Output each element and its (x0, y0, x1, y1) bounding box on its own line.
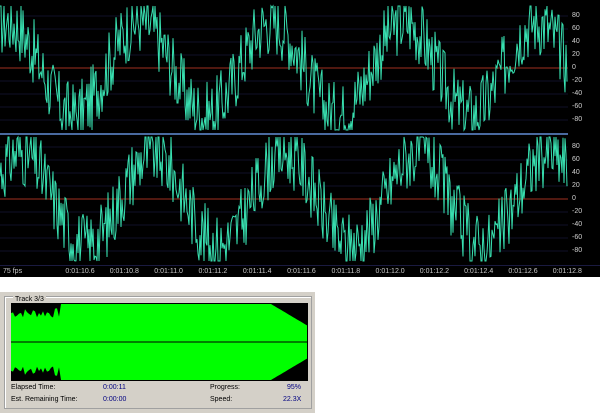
time-tick-label: 0:01:12.6 (508, 268, 538, 275)
channel-1-y-label: 0 (572, 64, 576, 71)
channel-1-y-label: -60 (572, 103, 583, 110)
time-tick-label: 0:01:10.6 (65, 268, 95, 275)
channel-2-y-label: 40 (572, 169, 580, 176)
progress-value: 95% (287, 384, 302, 391)
channel-1-y-label: 60 (572, 25, 580, 32)
speed-value: 22.3X (283, 396, 302, 403)
time-tick-label: 0:01:11.2 (198, 268, 228, 275)
time-tick-label: 0:01:11.4 (242, 268, 272, 275)
channel-2-y-label: -60 (572, 234, 583, 241)
time-tick-label: 0:01:10.8 (109, 268, 139, 275)
time-tick-label: 0:01:12.2 (419, 268, 449, 275)
time-tick-label: 0:01:11.6 (287, 268, 316, 275)
time-tick-label: 0:01:12.4 (464, 268, 494, 275)
waveform-canvas[interactable] (0, 0, 600, 266)
track-title: Track 3/3 (13, 296, 46, 303)
time-tick-label: 0:01:12.8 (552, 268, 582, 275)
channel-2-y-label: 80 (572, 143, 580, 150)
channel-2-y-label: 60 (572, 156, 580, 163)
waveform-editor[interactable]: 80 60 40 20 0 -20 -40 -60 -80 80 60 40 20 0 -20 -40 -60… (0, 0, 600, 277)
speed-label: Speed: (210, 396, 233, 403)
time-tick-label: 0:01:11.0 (154, 268, 183, 275)
channel-1-y-label: -80 (572, 116, 583, 123)
progress-label: Progress: (210, 384, 240, 391)
channel-1-y-label: -20 (572, 77, 583, 84)
channel-2-y-label: 20 (572, 182, 580, 189)
remaining-time-value: 0:00:00 (103, 396, 127, 403)
track-overview-waveform (11, 303, 308, 381)
channel-2-y-label: -20 (572, 208, 583, 215)
elapsed-time-value: 0:00:11 (103, 384, 126, 391)
remaining-time-label: Est. Remaining Time: (11, 396, 78, 403)
time-tick-label: 0:01:12.0 (375, 268, 405, 275)
channel-1-y-label: 80 (572, 12, 580, 19)
channel-1-y-label: 20 (572, 51, 580, 58)
elapsed-time-label: Elapsed Time: (11, 384, 56, 391)
fps-label: 75 fps (3, 268, 23, 275)
time-tick-label: 0:01:11.8 (331, 268, 361, 275)
channel-2-y-label: -80 (572, 247, 583, 254)
channel-1-y-label: -40 (572, 90, 583, 97)
channel-2-y-label: 0 (572, 195, 576, 202)
time-ruler[interactable]: 75 fps 0:01:10.6 0:01:10.8 0:01:11.0 0:01:1… (0, 265, 600, 277)
channel-2-y-label: -40 (572, 221, 583, 228)
channel-1-y-label: 40 (572, 38, 580, 45)
